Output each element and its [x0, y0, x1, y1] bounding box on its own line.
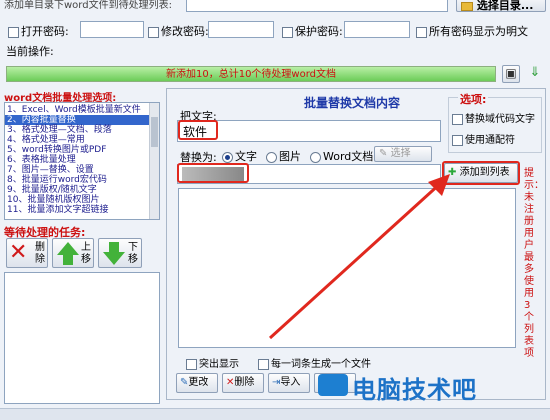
- delete-label: 删除: [35, 242, 45, 265]
- list-item[interactable]: 9、批量版权/随机文字: [5, 185, 149, 195]
- list-item[interactable]: 6、表格批量处理: [5, 155, 149, 165]
- task-queue-list[interactable]: [4, 272, 160, 404]
- delete-x-icon: ✕: [9, 240, 28, 265]
- list-item[interactable]: 7、图片—替换、设置: [5, 165, 149, 175]
- options-list[interactable]: 1、Excel、Word模板批量新文件 2、内容批量替换 3、格式处理—文档、段…: [4, 102, 160, 220]
- select-directory-label: 选择目录...: [476, 0, 534, 12]
- arrow-up-stem: [63, 255, 73, 265]
- watermark-logo-icon: [318, 374, 348, 396]
- bottom-edge-strip: [0, 408, 550, 420]
- download-icon[interactable]: ⇓: [526, 65, 544, 83]
- current-operation-label: 当前操作:: [6, 45, 54, 58]
- options-scrollbar[interactable]: [149, 103, 159, 219]
- status-text: 新添加10，总计10个待处理word文档: [165, 69, 337, 80]
- tip-text: 提示：未注册用户最多使用3个列表项: [524, 168, 544, 359]
- import-button[interactable]: ⇥导入: [268, 373, 310, 393]
- replace-value-highlight: [177, 163, 249, 183]
- find-value: 软件: [183, 125, 208, 139]
- arrow-line: [268, 180, 444, 340]
- folder-icon: [461, 1, 473, 11]
- arrow-down-stem: [109, 242, 119, 252]
- list-item-selected[interactable]: 2、内容批量替换: [5, 115, 149, 125]
- show-passwords-checkbox[interactable]: 所有密码显示为明文: [416, 23, 528, 39]
- choose-button[interactable]: ✎ 选择: [374, 146, 432, 162]
- main-title: 批量替换文档内容: [304, 96, 401, 110]
- list-item[interactable]: 1、Excel、Word模板批量新文件: [5, 105, 149, 115]
- replace-field-code-checkbox[interactable]: 替换域代码文字: [452, 110, 535, 125]
- select-directory-button[interactable]: 选择目录...: [456, 0, 546, 12]
- each-word-file-checkbox[interactable]: 每一词条生成一个文件: [258, 355, 371, 370]
- delete-item-button[interactable]: ✕删除: [222, 373, 264, 393]
- choose-icon: ✎: [379, 148, 388, 159]
- radio-image[interactable]: 图片: [266, 148, 301, 164]
- watermark-text: 电脑技术吧: [352, 376, 477, 404]
- protect-password-input[interactable]: [344, 21, 410, 38]
- folder-path-input[interactable]: [186, 0, 448, 12]
- use-wildcard-checkbox[interactable]: 使用通配符: [452, 131, 515, 146]
- highlight-checkbox[interactable]: 突出显示: [186, 355, 239, 370]
- list-item[interactable]: 5、word转换图片或PDF: [5, 145, 149, 155]
- arrow-up-icon: [57, 242, 79, 255]
- radio-text[interactable]: 文字: [222, 148, 257, 164]
- open-password-input[interactable]: [80, 21, 144, 38]
- radio-word-doc[interactable]: Word文档: [310, 148, 373, 164]
- protect-password-checkbox[interactable]: 保护密码:: [282, 23, 343, 39]
- annotation-arrow: [268, 174, 450, 340]
- list-item[interactable]: 10、批量随机版权图片: [5, 195, 149, 205]
- move-up-label: 上移: [81, 242, 91, 265]
- list-item[interactable]: 3、格式处理—文档、段落: [5, 125, 149, 135]
- list-item[interactable]: 8、批量运行word宏代码: [5, 175, 149, 185]
- status-progress-bar: 新添加10，总计10个待处理word文档: [6, 66, 496, 82]
- list-item[interactable]: 4、格式处理—常用: [5, 135, 149, 145]
- options-list-items: 1、Excel、Word模板批量新文件 2、内容批量替换 3、格式处理—文档、段…: [5, 103, 149, 215]
- move-down-button[interactable]: 下移: [98, 238, 142, 268]
- modify-password-checkbox[interactable]: 修改密码:: [148, 23, 209, 39]
- change-button[interactable]: ✎更改: [176, 373, 218, 393]
- options-group-title: 选项:: [458, 91, 489, 107]
- folder-label: 添加单目录下word文件到待处理列表:: [4, 0, 172, 11]
- move-down-label: 下移: [128, 242, 138, 265]
- scrollbar-thumb[interactable]: [151, 117, 158, 147]
- modify-password-input[interactable]: [208, 21, 274, 38]
- list-item[interactable]: 11、批量添加文字超链接: [5, 205, 149, 215]
- password-row: 打开密码: 修改密码: 保护密码: 所有密码显示为明文: [8, 21, 548, 39]
- open-password-checkbox[interactable]: 打开密码:: [8, 23, 69, 39]
- save-icon[interactable]: ▣: [502, 65, 520, 83]
- arrow-down-icon: [103, 252, 125, 265]
- move-up-button[interactable]: 上移: [52, 238, 94, 268]
- delete-button[interactable]: ✕ 删除: [6, 238, 48, 268]
